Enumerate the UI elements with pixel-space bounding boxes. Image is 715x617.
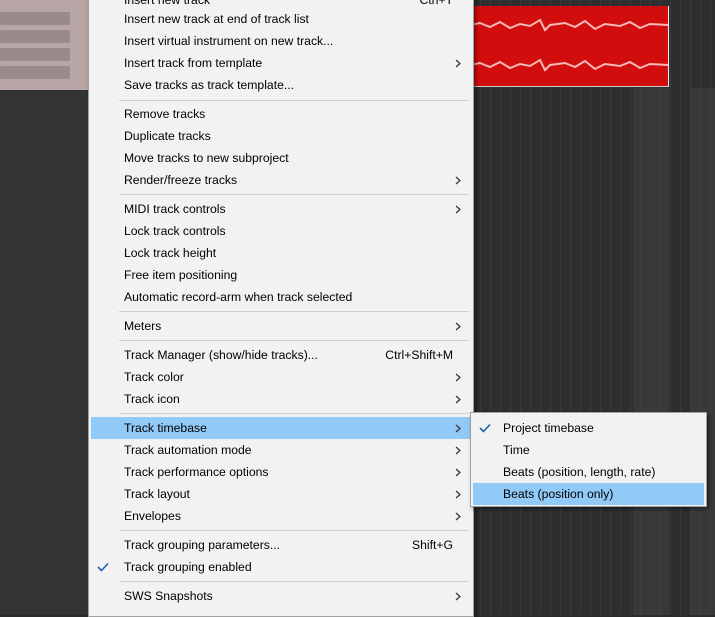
- submenu-item-label: Project timebase: [503, 421, 594, 435]
- menu-item-insert-track-from-template[interactable]: Insert track from template: [91, 52, 471, 74]
- menu-item-free-item-positioning[interactable]: Free item positioning: [91, 264, 471, 286]
- track-field[interactable]: [0, 48, 70, 61]
- track-field[interactable]: [0, 12, 70, 25]
- menu-item-sws-snapshots[interactable]: SWS Snapshots: [91, 585, 471, 607]
- menu-item-track-grouping-parameters[interactable]: Track grouping parameters... Shift+G: [91, 534, 471, 556]
- menu-item-lock-track-height[interactable]: Lock track height: [91, 242, 471, 264]
- submenu-arrow-icon: [453, 417, 463, 439]
- submenu-arrow-icon: [453, 505, 463, 527]
- menu-separator: [119, 100, 469, 101]
- submenu-item-beats-position-only[interactable]: Beats (position only): [473, 483, 704, 505]
- menu-item-label: Track performance options: [124, 465, 269, 479]
- submenu-arrow-icon: [453, 169, 463, 191]
- media-item[interactable]: [469, 6, 669, 87]
- menu-item-insert-virtual-instrument[interactable]: Insert virtual instrument on new track..…: [91, 30, 471, 52]
- menu-item-label: Free item positioning: [124, 268, 238, 282]
- menu-item-label: Lock track controls: [124, 224, 226, 238]
- submenu-arrow-icon: [453, 366, 463, 388]
- menu-item-label: Move tracks to new subproject: [124, 151, 289, 165]
- track-control-panel[interactable]: [0, 0, 88, 90]
- track-list-empty: [0, 90, 88, 615]
- menu-separator: [119, 413, 469, 414]
- menu-item-label: Automatic record-arm when track selected: [124, 290, 353, 304]
- submenu-item-time[interactable]: Time: [473, 439, 704, 461]
- submenu-item-label: Beats (position, length, rate): [503, 465, 656, 479]
- menu-item-render-freeze[interactable]: Render/freeze tracks: [91, 169, 471, 191]
- menu-item-lock-track-controls[interactable]: Lock track controls: [91, 220, 471, 242]
- menu-item-label: Track color: [124, 370, 184, 384]
- waveform-bottom: [469, 58, 669, 72]
- menu-item-midi-track-controls[interactable]: MIDI track controls: [91, 198, 471, 220]
- track-field[interactable]: [0, 30, 70, 43]
- menu-item-label: Track grouping enabled: [124, 560, 252, 574]
- menu-item-envelopes[interactable]: Envelopes: [91, 505, 471, 527]
- checkmark-icon: [97, 556, 111, 578]
- menu-item-move-to-subproject[interactable]: Move tracks to new subproject: [91, 147, 471, 169]
- menu-item-save-track-template[interactable]: Save tracks as track template...: [91, 74, 471, 96]
- menu-item-auto-record-arm[interactable]: Automatic record-arm when track selected: [91, 286, 471, 308]
- arrange-view[interactable]: [470, 0, 715, 615]
- submenu-item-beats-position-length-rate[interactable]: Beats (position, length, rate): [473, 461, 704, 483]
- menu-item-label: Envelopes: [124, 509, 181, 523]
- checkmark-icon: [479, 417, 493, 439]
- menu-item-label: Save tracks as track template...: [124, 78, 295, 92]
- submenu-item-label: Time: [503, 443, 530, 457]
- menu-item-track-automation-mode[interactable]: Track automation mode: [91, 439, 471, 461]
- submenu-arrow-icon: [453, 52, 463, 74]
- menu-separator: [119, 194, 469, 195]
- menu-separator: [119, 340, 469, 341]
- menu-item-track-icon[interactable]: Track icon: [91, 388, 471, 410]
- menu-item-label: Render/freeze tracks: [124, 173, 238, 187]
- submenu-arrow-icon: [453, 483, 463, 505]
- menu-item-label: Insert virtual instrument on new track..…: [124, 34, 334, 48]
- submenu-arrow-icon: [453, 461, 463, 483]
- menu-separator: [119, 581, 469, 582]
- submenu-arrow-icon: [453, 439, 463, 461]
- submenu-arrow-icon: [453, 388, 463, 410]
- menu-item-label: Track layout: [124, 487, 190, 501]
- menu-item-track-performance-options[interactable]: Track performance options: [91, 461, 471, 483]
- arrange-band: [690, 88, 715, 615]
- timebase-submenu: Project timebase Time Beats (position, l…: [470, 412, 707, 507]
- menu-item-insert-track-end[interactable]: Insert new track at end of track list: [91, 8, 471, 30]
- submenu-arrow-icon: [453, 585, 463, 607]
- track-field[interactable]: [0, 66, 70, 79]
- menu-item-label: Track icon: [124, 392, 180, 406]
- menu-item-label: Remove tracks: [124, 107, 206, 121]
- menu-item-label: Meters: [124, 319, 162, 333]
- menu-item-label: Track timebase: [124, 421, 207, 435]
- menu-item-remove-tracks[interactable]: Remove tracks: [91, 103, 471, 125]
- menu-item-label: Track grouping parameters...: [124, 538, 281, 552]
- menu-item-track-color[interactable]: Track color: [91, 366, 471, 388]
- submenu-item-project-timebase[interactable]: Project timebase: [473, 417, 704, 439]
- menu-separator: [119, 530, 469, 531]
- waveform-top: [469, 18, 669, 32]
- submenu-arrow-icon: [453, 198, 463, 220]
- menu-item-label: Duplicate tracks: [124, 129, 211, 143]
- menu-item-track-grouping-enabled[interactable]: Track grouping enabled: [91, 556, 471, 578]
- menu-item-label: SWS Snapshots: [124, 589, 213, 603]
- menu-item-label: Insert new track at end of track list: [124, 12, 309, 26]
- menu-item-label: Insert track from template: [124, 56, 263, 70]
- menu-item-label: Track Manager (show/hide tracks)...: [124, 348, 318, 362]
- submenu-arrow-icon: [453, 315, 463, 337]
- menu-item-duplicate-tracks[interactable]: Duplicate tracks: [91, 125, 471, 147]
- menu-item-shortcut: Ctrl+Shift+M: [385, 348, 453, 362]
- track-context-menu: Insert new track Ctrl+T Insert new track…: [88, 0, 474, 617]
- menu-item-track-timebase[interactable]: Track timebase: [91, 417, 471, 439]
- menu-item-label: MIDI track controls: [124, 202, 226, 216]
- menu-item-track-layout[interactable]: Track layout: [91, 483, 471, 505]
- submenu-item-label: Beats (position only): [503, 487, 614, 501]
- menu-item-label: Track automation mode: [124, 443, 252, 457]
- menu-item-shortcut: Shift+G: [412, 538, 453, 552]
- menu-separator: [119, 311, 469, 312]
- menu-item-meters[interactable]: Meters: [91, 315, 471, 337]
- menu-item-track-manager[interactable]: Track Manager (show/hide tracks)... Ctrl…: [91, 344, 471, 366]
- menu-item-label: Lock track height: [124, 246, 217, 260]
- arrange-band: [633, 88, 669, 615]
